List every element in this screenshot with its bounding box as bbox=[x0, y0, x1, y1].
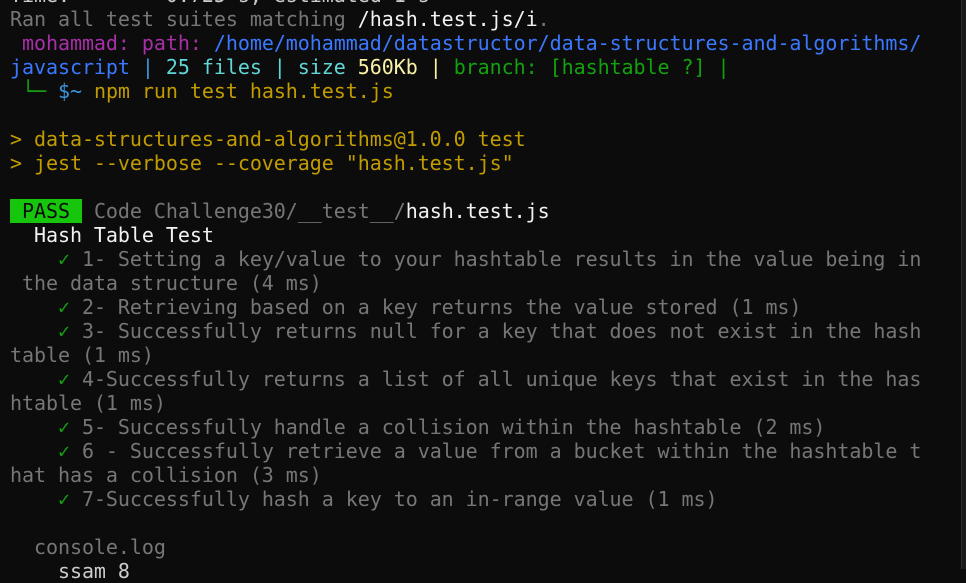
terminal-output[interactable]: Time: 0.725 s, estimated 1 sRan all test… bbox=[10, 0, 958, 583]
terminal-text: branch: [hashtable ?] | bbox=[453, 55, 730, 79]
terminal-line: ✓ 7-Successfully hash a key to an in-ran… bbox=[10, 487, 958, 511]
terminal-text: | bbox=[429, 55, 454, 79]
terminal-text: ✓ bbox=[10, 319, 82, 343]
terminal-text: hash.test.js bbox=[405, 199, 550, 223]
terminal-line: Hash Table Test bbox=[10, 223, 958, 247]
terminal-line: Ran all test suites matching /hash.test.… bbox=[10, 7, 958, 31]
terminal-text: mohammad: path: bbox=[10, 31, 214, 55]
terminal-line: ssam 8 bbox=[10, 559, 958, 583]
terminal-text: ✓ bbox=[10, 415, 82, 439]
terminal-text: ✓ bbox=[10, 487, 82, 511]
terminal-line: ✓ 6 - Successfully retrieve a value from… bbox=[10, 439, 958, 463]
terminal-line: > jest --verbose --coverage "hash.test.j… bbox=[10, 151, 958, 175]
terminal-text: 5- Successfully handle a collision withi… bbox=[81, 415, 826, 439]
terminal-text: ✓ bbox=[10, 439, 82, 463]
terminal-line: ✓ 3- Successfully returns null for a key… bbox=[10, 319, 958, 343]
terminal-text: Time: 0.725 s, estimated 1 s bbox=[10, 0, 430, 7]
terminal-text: 4-Successfully returns a list of all uni… bbox=[81, 367, 922, 391]
pass-badge: PASS bbox=[10, 199, 82, 223]
terminal-text: ✓ bbox=[10, 295, 82, 319]
terminal-line: Time: 0.725 s, estimated 1 s bbox=[10, 0, 958, 7]
terminal-text: Hash Table Test bbox=[10, 223, 214, 247]
terminal-line: mohammad: path: /home/mohammad/datastruc… bbox=[10, 31, 958, 55]
terminal-text: 2- Retrieving based on a key returns the… bbox=[81, 295, 802, 319]
terminal-text: Ran all test suites matching bbox=[10, 7, 358, 31]
terminal-text: $~ bbox=[57, 79, 94, 103]
terminal-line: ✓ 1- Setting a key/value to your hashtab… bbox=[10, 247, 958, 271]
terminal-line: ✓ 5- Successfully handle a collision wit… bbox=[10, 415, 958, 439]
terminal-text: ssam 8 bbox=[10, 559, 130, 583]
terminal-text: npm run test hash.test.js bbox=[93, 79, 394, 103]
terminal-text: 6 - Successfully retrieve a value from a… bbox=[81, 439, 922, 463]
terminal-text: 25 files | size bbox=[165, 55, 358, 79]
terminal-text: /hash.test.js/i bbox=[357, 7, 538, 31]
terminal-line: ✓ 2- Retrieving based on a key returns t… bbox=[10, 295, 958, 319]
terminal-text: the data structure (4 ms) bbox=[10, 271, 322, 295]
terminal-line: > data-structures-and-algorithms@1.0.0 t… bbox=[10, 127, 958, 151]
terminal-text: console.log bbox=[10, 535, 166, 559]
terminal-line: └─ $~ npm run test hash.test.js bbox=[10, 79, 958, 103]
terminal-text: | bbox=[141, 55, 166, 79]
terminal-line: table (1 ms) bbox=[10, 343, 958, 367]
terminal-line: javascript | 25 files | size 560Kb | bra… bbox=[10, 55, 958, 79]
terminal-text: > jest --verbose --coverage "hash.test.j… bbox=[10, 151, 514, 175]
terminal-text: table (1 ms) bbox=[10, 343, 154, 367]
terminal-line: htable (1 ms) bbox=[10, 391, 958, 415]
terminal-text: 7-Successfully hash a key to an in-range… bbox=[81, 487, 718, 511]
terminal-text: hat has a collision (3 ms) bbox=[10, 463, 322, 487]
terminal-text: > data-structures-and-algorithms@1.0.0 t… bbox=[10, 127, 526, 151]
terminal-text: htable (1 ms) bbox=[10, 391, 166, 415]
terminal-text: Code Challenge30/__test__/ bbox=[81, 199, 406, 223]
terminal-text: └─ bbox=[10, 79, 58, 103]
terminal-text: 1- Setting a key/value to your hashtable… bbox=[81, 247, 922, 271]
terminal-line: the data structure (4 ms) bbox=[10, 271, 958, 295]
terminal-text: /home/mohammad/datastructor/data-structu… bbox=[213, 31, 922, 55]
terminal-line: console.log bbox=[10, 535, 958, 559]
terminal-text: 3- Successfully returns null for a key t… bbox=[81, 319, 922, 343]
terminal-text: ✓ bbox=[10, 367, 82, 391]
scrollbar[interactable] bbox=[961, 0, 966, 569]
terminal-text: 560Kb bbox=[357, 55, 430, 79]
terminal-text: javascript bbox=[10, 55, 142, 79]
terminal-text: . bbox=[537, 7, 550, 31]
terminal-line: hat has a collision (3 ms) bbox=[10, 463, 958, 487]
terminal-line: ✓ 4-Successfully returns a list of all u… bbox=[10, 367, 958, 391]
terminal-line: PASS Code Challenge30/__test__/hash.test… bbox=[10, 199, 958, 223]
terminal-text: ✓ bbox=[10, 247, 82, 271]
